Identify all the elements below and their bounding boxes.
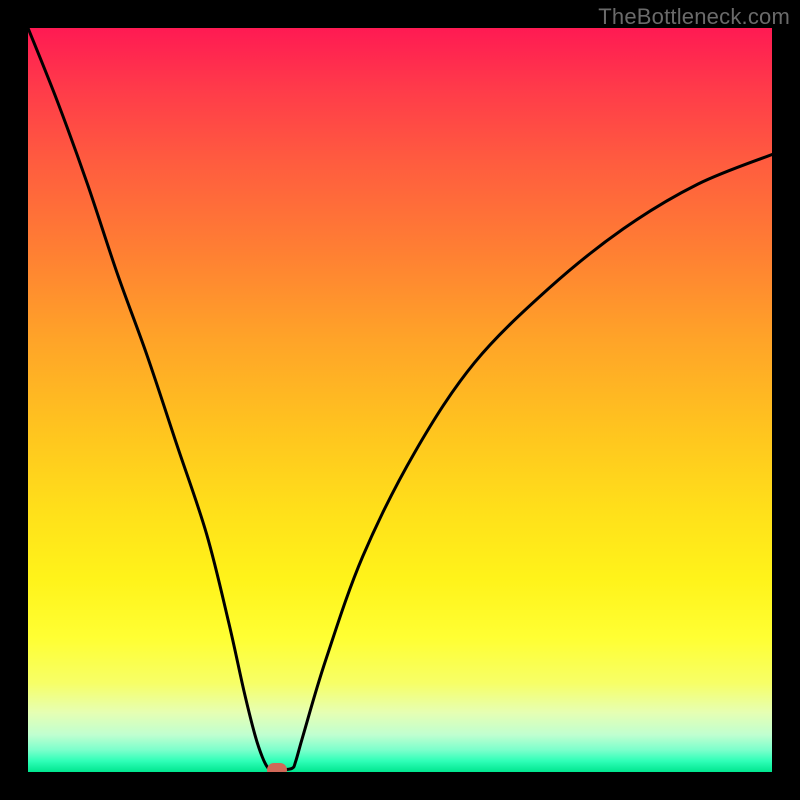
chart-frame: TheBottleneck.com	[0, 0, 800, 800]
bottleneck-curve	[28, 28, 772, 772]
optimal-point-marker	[267, 763, 287, 772]
plot-area	[28, 28, 772, 772]
watermark-text: TheBottleneck.com	[598, 4, 790, 30]
